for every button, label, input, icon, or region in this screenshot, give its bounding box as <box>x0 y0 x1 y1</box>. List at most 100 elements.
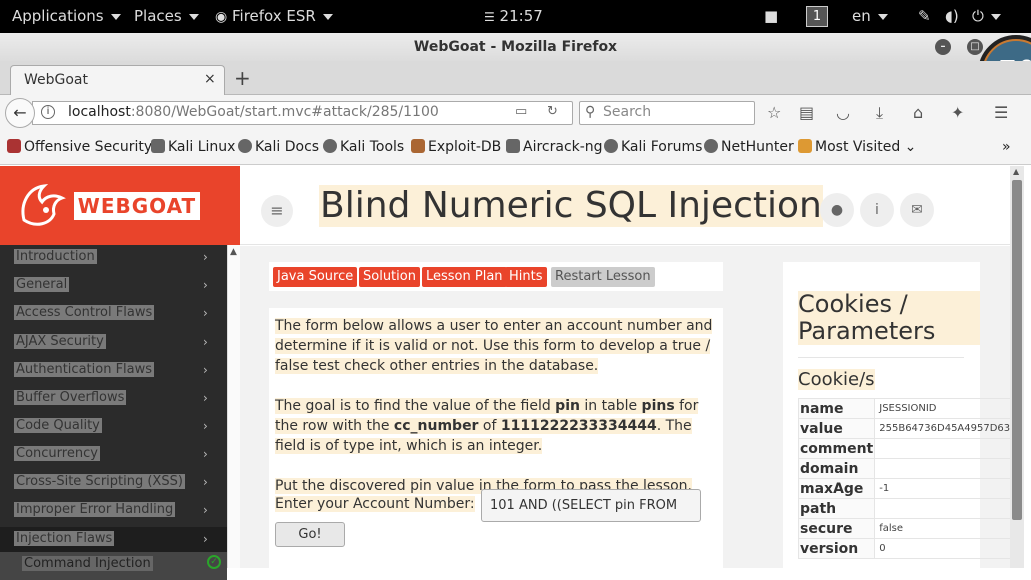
reader-mode-icon[interactable]: ▭ <box>515 104 527 119</box>
sidebar-item-injection-flaws[interactable]: Injection Flaws › <box>0 527 227 555</box>
sidebar-item-xss[interactable]: Cross-Site Scripting (XSS) › <box>0 470 227 498</box>
goal-text-2: in table <box>579 398 642 414</box>
sidebar-scrollbar[interactable]: ▲ <box>227 245 240 568</box>
sidebar-item-buffer-overflows[interactable]: Buffer Overflows › <box>0 386 227 414</box>
bookmark-kali-docs[interactable]: Kali Docs <box>238 139 319 155</box>
sidebar-item-authentication-flaws[interactable]: Authentication Flaws › <box>0 358 227 386</box>
chevron-right-icon: › <box>203 503 208 517</box>
sidebar-item-code-quality[interactable]: Code Quality › <box>0 414 227 442</box>
reading-list-icon[interactable]: ▤ <box>799 103 814 122</box>
bookmark-kali-linux[interactable]: Kali Linux <box>151 139 235 155</box>
volume-icon[interactable]: ◖) <box>945 0 959 33</box>
tab-label: WebGoat <box>24 72 89 88</box>
table-row: domain <box>797 458 1016 479</box>
url-host: localhost <box>68 104 131 120</box>
webgoat-logo[interactable]: WEBGOAT <box>0 166 240 245</box>
pocket-icon[interactable]: ◡ <box>836 103 850 122</box>
sidebar-subitem-command-injection[interactable]: Command Injection ✓ <box>0 552 227 580</box>
search-placeholder: Search <box>603 104 652 120</box>
bookmark-star-icon[interactable]: ☆ <box>767 103 781 122</box>
hamburger-menu-icon[interactable]: ☰ <box>994 103 1008 122</box>
extension-icon[interactable]: ✦ <box>951 103 964 122</box>
table-row: maxAge -1 <box>797 478 1016 499</box>
info-button[interactable]: i <box>860 193 894 227</box>
sidebar-item-label: Injection Flaws <box>14 531 115 546</box>
url-bar[interactable]: i localhost:8080/WebGoat/start.mvc#attac… <box>32 101 573 125</box>
firefox-app-label: Firefox ESR <box>232 7 316 25</box>
minimize-icon[interactable]: – <box>935 39 951 55</box>
maximize-icon[interactable]: □ <box>967 39 983 55</box>
restart-lesson-button[interactable]: Restart Lesson <box>551 267 655 287</box>
hints-button[interactable]: Hints <box>505 267 547 287</box>
goat-logo-icon <box>21 183 66 226</box>
contact-button[interactable]: ✉ <box>900 193 934 227</box>
scrollbar-thumb[interactable] <box>1012 180 1022 520</box>
cookie-key: version <box>797 538 876 559</box>
goal-text-4: of <box>478 418 501 434</box>
bookmark-nethunter[interactable]: NetHunter <box>704 139 794 155</box>
bookmark-aircrack-ng[interactable]: Aircrack-ng <box>506 139 603 155</box>
bookmark-exploit-db[interactable]: Exploit-DB <box>411 139 501 155</box>
page-scrollbar[interactable]: ▲ <box>1010 166 1024 568</box>
bookmark-kali-tools[interactable]: Kali Tools <box>323 139 404 155</box>
workspace-indicator[interactable]: 1 <box>806 0 828 33</box>
close-tab-icon[interactable]: × <box>204 71 216 87</box>
table-pins: pins <box>641 398 675 414</box>
tab-webgoat[interactable]: WebGoat × <box>10 65 225 96</box>
chevron-right-icon: › <box>203 278 208 292</box>
exploit-db-icon <box>411 139 425 153</box>
firefox-app-menu[interactable]: ◉ Firefox ESR <box>215 0 333 33</box>
logo-wordmark: WEBGOAT <box>74 192 200 220</box>
camera-indicator-icon[interactable]: ■ <box>764 0 778 33</box>
sidebar-item-general[interactable]: General › <box>0 273 227 301</box>
url-path: :8080/WebGoat/start.mvc#attack/285/1100 <box>130 104 439 120</box>
scroll-up-icon[interactable]: ▲ <box>230 247 237 257</box>
menu-toggle-button[interactable]: ≡ <box>261 195 293 227</box>
places-menu[interactable]: Places <box>134 0 199 33</box>
download-icon[interactable]: ⤓ <box>876 103 883 123</box>
sidebar-item-improper-error-handling[interactable]: Improper Error Handling › <box>0 498 227 526</box>
cookie-value: JSESSIONID <box>874 398 1016 419</box>
more-bookmarks-icon[interactable]: » <box>1002 139 1011 155</box>
solution-button[interactable]: Solution <box>359 267 420 287</box>
go-button[interactable]: Go! <box>275 522 345 547</box>
back-button[interactable]: ← <box>5 98 35 128</box>
cookie-value <box>874 498 1016 519</box>
account-number-input[interactable]: 101 AND ((SELECT pin FROM <box>481 489 701 522</box>
sidebar-item-label: Authentication Flaws <box>14 362 155 377</box>
cookie-value: 255B64736D45A4957D63 <box>874 418 1016 439</box>
clock[interactable]: ☰ 21:57 <box>484 0 543 33</box>
bookmark-most-visited[interactable]: Most Visited ⌄ <box>798 139 916 155</box>
window-title-bar: WebGoat - Mozilla Firefox – □ <box>0 33 1031 61</box>
power-menu[interactable]: ⏻ <box>972 0 1001 33</box>
user-button[interactable]: ● <box>820 193 854 227</box>
applications-menu[interactable]: Applications <box>12 0 121 33</box>
table-row: path <box>797 498 1016 519</box>
info-icon[interactable]: i <box>41 105 55 119</box>
sidebar-item-label: Improper Error Handling <box>14 502 176 517</box>
lesson-plan-button[interactable]: Lesson Plan <box>422 267 507 287</box>
search-bar[interactable]: ⚲ Search <box>579 101 755 125</box>
logo-web: WEB <box>77 194 132 218</box>
field-cc-number: cc_number <box>393 418 479 434</box>
envelope-icon: ✉ <box>911 202 923 218</box>
folder-icon <box>798 139 812 153</box>
sidebar-item-access-control-flaws[interactable]: Access Control Flaws › <box>0 301 227 329</box>
bookmark-offensive-security[interactable]: Offensive Security <box>7 139 152 155</box>
cookie-value: -1 <box>874 478 1016 499</box>
network-icon[interactable]: ✎ <box>918 0 931 33</box>
cookie-key: secure <box>797 518 876 539</box>
reload-icon[interactable]: ↻ <box>547 104 558 119</box>
bookmark-kali-forums[interactable]: Kali Forums <box>604 139 702 155</box>
chevron-right-icon: › <box>203 419 208 433</box>
scroll-up-icon[interactable]: ▲ <box>1013 167 1019 176</box>
sidebar-item-ajax-security[interactable]: AJAX Security › <box>0 330 227 358</box>
home-icon[interactable]: ⌂ <box>913 103 923 122</box>
new-tab-button[interactable]: + <box>234 66 251 90</box>
language-menu[interactable]: en <box>852 0 888 33</box>
java-source-button[interactable]: Java Source <box>273 267 358 287</box>
cookie-value <box>874 438 1016 459</box>
bookmark-label: Aircrack-ng <box>523 139 603 155</box>
sidebar-item-concurrency[interactable]: Concurrency › <box>0 442 227 470</box>
sidebar-item-introduction[interactable]: Introduction › <box>0 245 227 273</box>
